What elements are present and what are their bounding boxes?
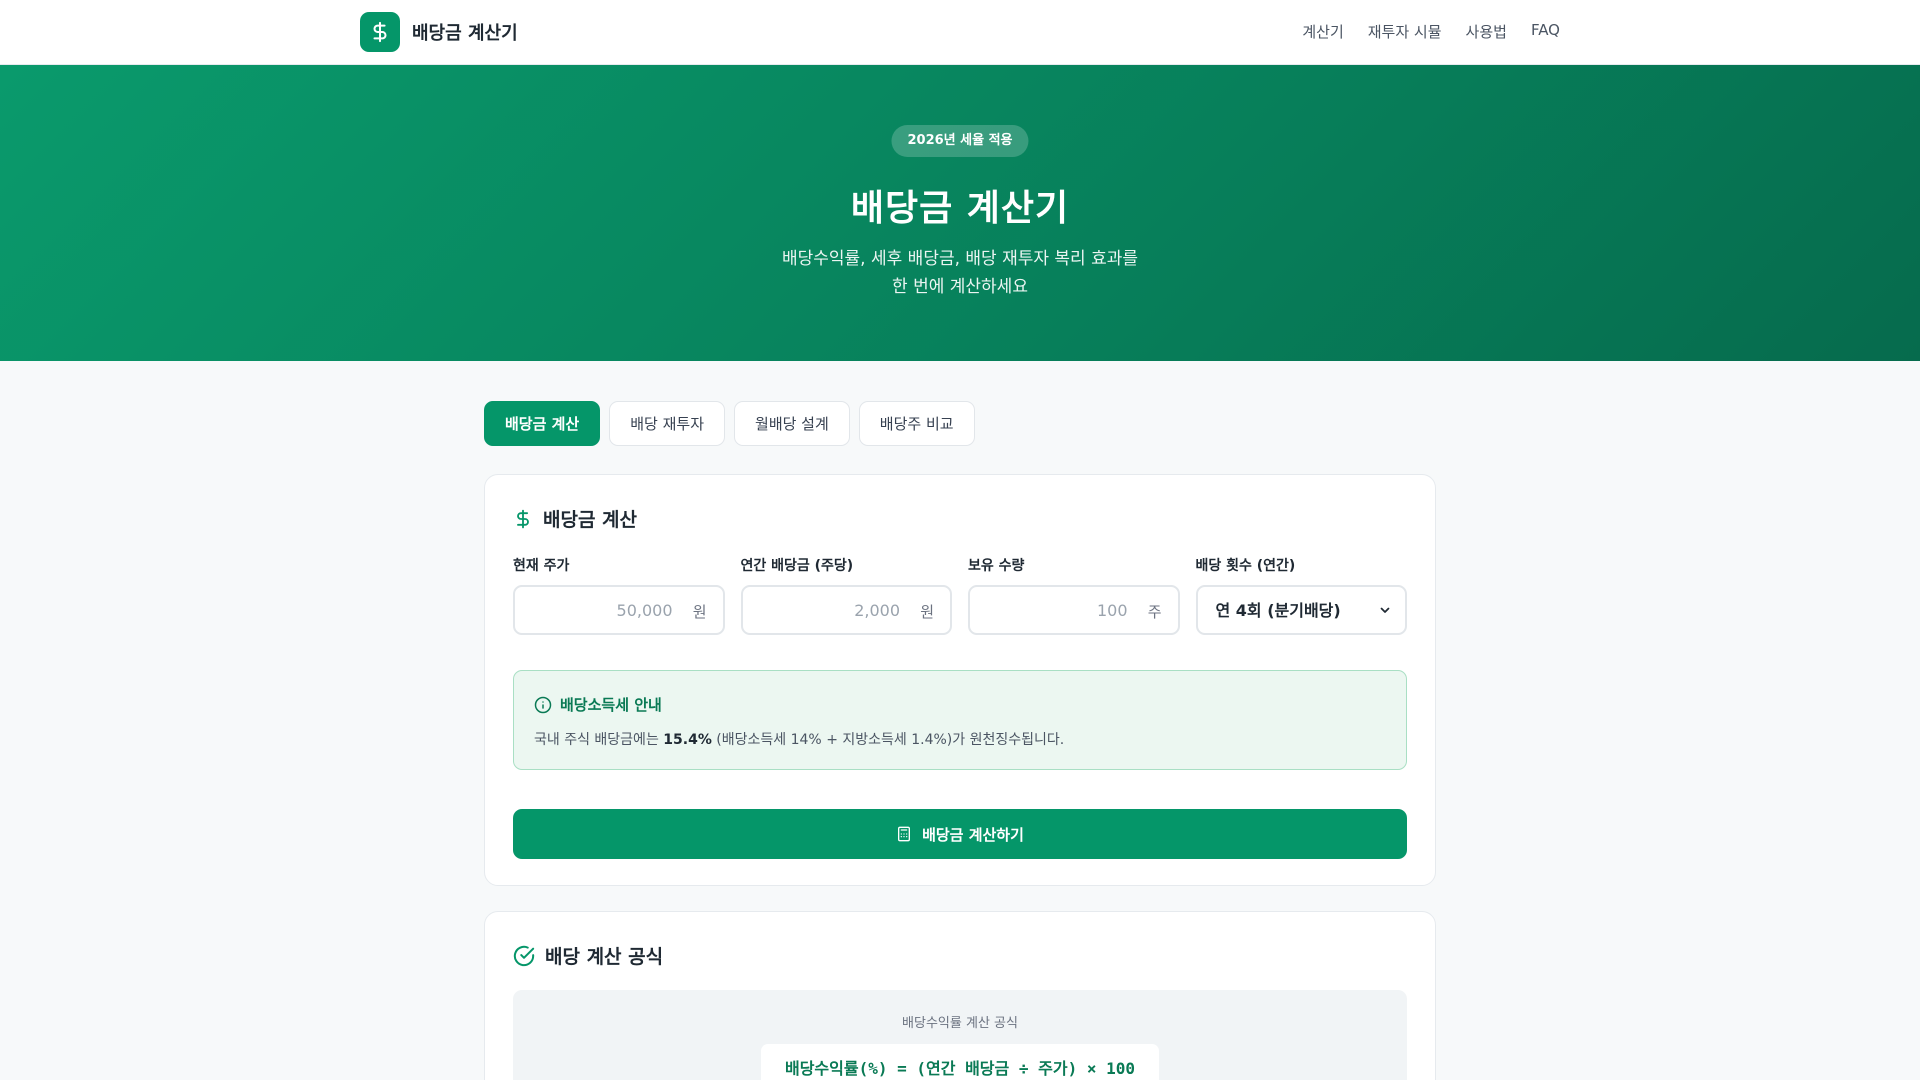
dividend-unit: 원 <box>920 603 934 621</box>
tax-notice-header: 배당소득세 안내 <box>534 694 662 715</box>
frequency-select[interactable]: 연 4회 (분기배당) <box>1197 587 1405 633</box>
shares-input-wrapper: 주 <box>968 585 1180 635</box>
main-nav: 계산기 재투자 시뮬 사용법 FAQ <box>1302 21 1560 42</box>
card-header: 배당금 계산 <box>513 505 637 532</box>
dividend-input-wrapper: 원 <box>740 585 952 635</box>
tax-notice-text-suffix: (배당소득세 14% + 지방소득세 1.4%)가 원천징수됩니다. <box>711 732 1065 748</box>
dividend-field-group: 연간 배당금 (주당) 원 <box>740 555 952 635</box>
hero-subtitle-line1: 배당수익률, 세후 배당금, 배당 재투자 복리 효과를 <box>781 249 1139 269</box>
brand-name: 배당금 계산기 <box>412 23 518 44</box>
nav-link-how-to-use[interactable]: 사용법 <box>1466 21 1507 42</box>
tax-notice-text: 국내 주식 배당금에는 15.4% (배당소득세 14% + 지방소득세 1.4… <box>534 729 1064 749</box>
shares-field-group: 보유 수량 주 <box>968 555 1180 635</box>
nav-link-calculator[interactable]: 계산기 <box>1302 21 1343 42</box>
top-navigation-bar: 배당금 계산기 계산기 재투자 시뮬 사용법 FAQ <box>0 0 1920 65</box>
shares-label: 보유 수량 <box>968 558 1025 574</box>
frequency-label: 배당 횟수 (연간) <box>1195 558 1296 574</box>
dividend-input[interactable] <box>742 587 950 633</box>
tax-notice-text-prefix: 국내 주식 배당금에는 <box>534 732 664 748</box>
hero-banner: 2026년 세율 적용 배당금 계산기 배당수익률, 세후 배당금, 배당 재투… <box>0 65 1920 361</box>
dividend-label: 연간 배당금 (주당) <box>740 558 854 574</box>
price-input[interactable] <box>515 587 723 633</box>
shares-unit: 주 <box>1147 603 1162 621</box>
hero-title: 배당금 계산기 <box>850 188 1070 229</box>
brand-logo <box>360 12 400 52</box>
formula-label: 배당수익률 계산 공식 <box>902 1016 1018 1031</box>
calculate-button-label: 배당금 계산하기 <box>922 825 1024 844</box>
tax-notice-box: 배당소득세 안내 국내 주식 배당금에는 15.4% (배당소득세 14% + … <box>513 670 1407 770</box>
dollar-icon <box>373 21 387 43</box>
tab-stock-compare[interactable]: 배당주 비교 <box>858 401 975 446</box>
hero-subtitle: 배당수익률, 세후 배당금, 배당 재투자 복리 효과를 한 번에 계산하세요 <box>0 245 1920 301</box>
frequency-select-wrapper: 연 4회 (분기배당) <box>1195 585 1407 635</box>
tab-monthly-plan[interactable]: 월배당 설계 <box>734 401 850 446</box>
formula-card: 배당 계산 공식 배당수익률 계산 공식 배당수익률(%) = (연간 배당금 … <box>484 911 1436 1080</box>
dividend-calc-card: 배당금 계산 현재 주가 원 연간 배당금 (주당) 원 보유 수량 주 배당 … <box>484 474 1436 886</box>
dollar-icon <box>517 509 529 528</box>
price-unit: 원 <box>692 603 707 621</box>
hero-subtitle-line2: 한 번에 계산하세요 <box>892 277 1028 297</box>
tab-reinvestment[interactable]: 배당 재투자 <box>609 401 726 446</box>
price-label: 현재 주가 <box>513 558 570 574</box>
formula-card-title: 배당 계산 공식 <box>545 946 664 968</box>
info-circle-icon <box>534 696 552 713</box>
tab-dividend-calc[interactable]: 배당금 계산 <box>484 401 601 446</box>
formula-card-header: 배당 계산 공식 <box>513 942 663 969</box>
check-circle-icon <box>513 945 535 966</box>
input-fields-row: 현재 주가 원 연간 배당금 (주당) 원 보유 수량 주 배당 횟수 (연간) <box>513 555 1407 635</box>
nav-link-faq[interactable]: FAQ <box>1531 21 1560 42</box>
tax-year-badge: 2026년 세율 적용 <box>891 125 1029 157</box>
calculate-button[interactable]: 배당금 계산하기 <box>513 809 1407 859</box>
frequency-field-group: 배당 횟수 (연간) 연 4회 (분기배당) <box>1195 555 1407 635</box>
calculator-icon <box>898 826 911 842</box>
tax-notice-title: 배당소득세 안내 <box>560 696 662 714</box>
nav-link-reinvest-sim[interactable]: 재투자 시뮬 <box>1368 21 1442 42</box>
price-input-wrapper: 원 <box>513 585 725 635</box>
brand-link[interactable]: 배당금 계산기 <box>360 12 518 52</box>
calculator-tabs: 배당금 계산 배당 재투자 월배당 설계 배당주 비교 <box>484 401 975 446</box>
formula-box: 배당수익률 계산 공식 배당수익률(%) = (연간 배당금 ÷ 주가) × 1… <box>513 990 1407 1080</box>
tax-rate-highlight: 15.4% <box>663 732 712 748</box>
card-title: 배당금 계산 <box>543 509 638 531</box>
shares-input[interactable] <box>970 587 1178 633</box>
price-field-group: 현재 주가 원 <box>513 555 725 635</box>
yield-formula: 배당수익률(%) = (연간 배당금 ÷ 주가) × 100 <box>760 1044 1160 1080</box>
